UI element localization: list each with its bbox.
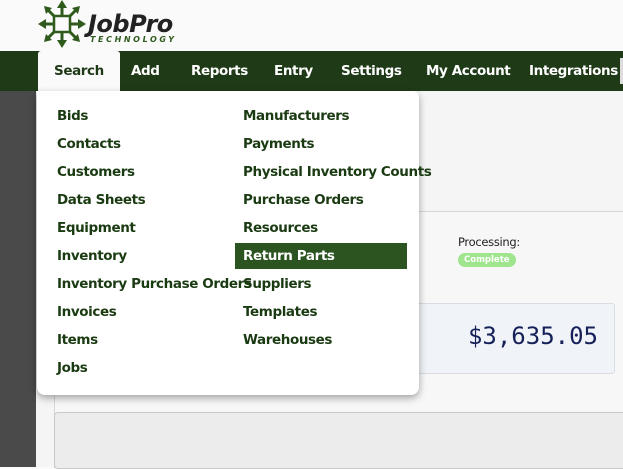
logo-name: JobPro [88,10,173,38]
nav-reports[interactable]: Reports [191,51,248,91]
processing-label: Processing: [458,235,520,249]
amount-card: $3,635.05 [410,303,615,374]
menu-item-bids[interactable]: Bids [57,103,88,129]
menu-item-items[interactable]: Items [57,327,98,353]
logo-tagline: TECHNOLOGY [90,35,177,44]
total-amount: $3,635.05 [467,322,598,350]
menu-item-payments[interactable]: Payments [243,131,315,157]
menu-item-suppliers[interactable]: Suppliers [243,271,312,297]
menu-item-inventory[interactable]: Inventory [57,243,127,269]
search-dropdown-menu: Bids Contacts Customers Data Sheets Equi… [37,91,432,395]
nav-add[interactable]: Add [131,51,160,91]
menu-item-inventory-purchase-orders[interactable]: Inventory Purchase Orders [57,271,252,297]
menu-item-return-parts[interactable]: Return Parts [235,243,407,269]
nav-integrations[interactable]: Integrations [529,51,618,91]
menu-item-warehouses[interactable]: Warehouses [243,327,332,353]
menu-item-data-sheets[interactable]: Data Sheets [57,187,146,213]
logo[interactable]: JobPro TECHNOLOGY [34,0,194,48]
menu-item-physical-inventory-counts[interactable]: Physical Inventory Counts [243,159,432,185]
menu-item-equipment[interactable]: Equipment [57,215,136,241]
menu-item-templates[interactable]: Templates [243,299,317,325]
menu-item-manufacturers[interactable]: Manufacturers [243,103,350,129]
nav-search[interactable]: Search [38,51,120,91]
menu-item-resources[interactable]: Resources [243,215,318,241]
main-navbar: Search Add Reports Entry Settings My Acc… [0,51,623,91]
menu-item-invoices[interactable]: Invoices [57,299,117,325]
lower-card [54,412,623,469]
nav-my-account[interactable]: My Account [426,51,511,91]
menu-item-jobs[interactable]: Jobs [57,355,88,381]
sidebar-strip [0,91,36,467]
menu-item-purchase-orders[interactable]: Purchase Orders [243,187,364,213]
compass-logo-icon [38,0,86,48]
status-badge: Complete [458,253,516,267]
header: JobPro TECHNOLOGY [0,0,623,51]
menu-item-customers[interactable]: Customers [57,159,135,185]
menu-item-contacts[interactable]: Contacts [57,131,121,157]
nav-settings[interactable]: Settings [341,51,402,91]
nav-entry[interactable]: Entry [274,51,313,91]
